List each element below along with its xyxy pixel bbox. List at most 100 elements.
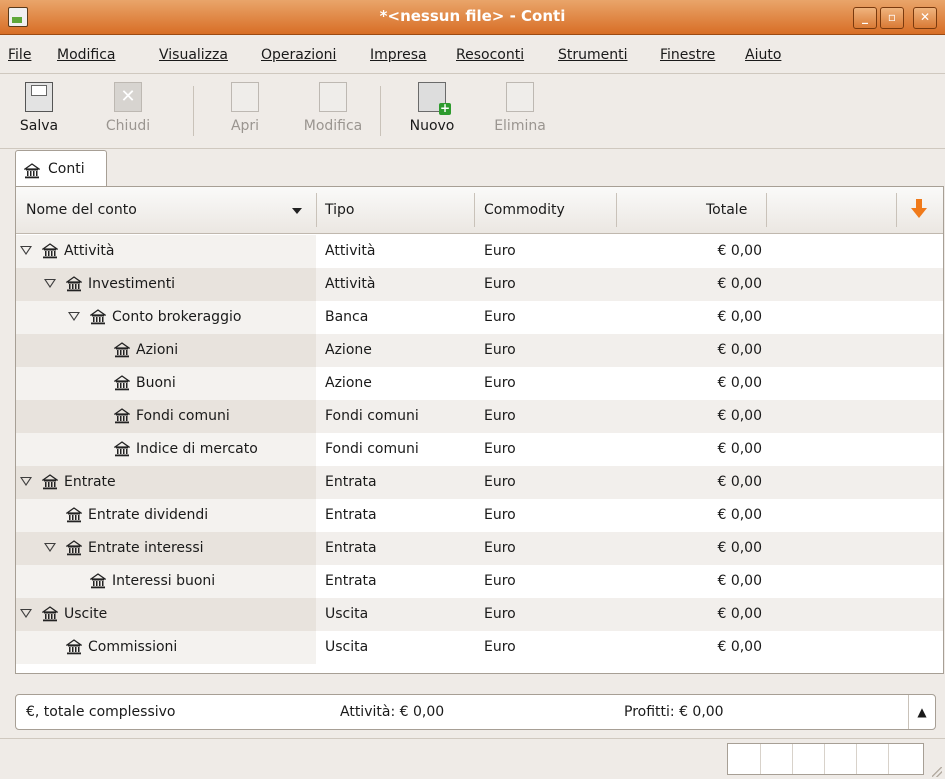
progress-segment — [760, 744, 761, 774]
progress-bar — [727, 743, 924, 775]
menu-tools[interactable]: Strumenti — [558, 47, 628, 63]
expander-icon[interactable] — [68, 312, 80, 321]
account-row[interactable]: Conto brokeraggio Banca Euro € 0,00 — [16, 301, 943, 334]
account-row[interactable]: Buoni Azione Euro € 0,00 — [16, 367, 943, 400]
summary-currency: €, totale complessivo — [26, 704, 176, 720]
open-button[interactable]: Apri — [205, 82, 285, 134]
title-bar[interactable]: *<nessun file> - Conti _ ▫ ✕ — [0, 0, 945, 35]
expander-icon[interactable] — [20, 477, 32, 486]
account-total: € 0,00 — [717, 408, 762, 424]
menu-view[interactable]: Visualizza — [159, 47, 228, 63]
account-row[interactable]: Interessi buoni Entrata Euro € 0,00 — [16, 565, 943, 598]
expander-icon[interactable] — [20, 246, 32, 255]
maximize-button[interactable]: ▫ — [880, 7, 904, 29]
account-name-cell[interactable]: Buoni — [16, 367, 316, 400]
account-name-cell[interactable]: Entrate dividendi — [16, 499, 316, 532]
save-button[interactable]: Salva — [8, 82, 70, 134]
accounts-tree[interactable]: Nome del conto Tipo Commodity Totale Att… — [15, 186, 944, 674]
dropdown-arrow-icon[interactable] — [292, 208, 302, 214]
delete-account-button[interactable]: Elimina — [480, 82, 560, 134]
column-header-type[interactable]: Tipo — [325, 202, 354, 218]
gnucash-window: *<nessun file> - Conti _ ▫ ✕ File Modifi… — [0, 0, 945, 779]
account-name-cell[interactable]: Interessi buoni — [16, 565, 316, 598]
account-row[interactable]: Uscite Uscita Euro € 0,00 — [16, 598, 943, 631]
close-label: Chiudi — [105, 118, 151, 134]
account-row[interactable]: Entrate dividendi Entrata Euro € 0,00 — [16, 499, 943, 532]
resize-grip[interactable] — [932, 767, 942, 777]
open-label: Apri — [230, 118, 260, 134]
expander-icon[interactable] — [44, 279, 56, 288]
account-row[interactable]: Commissioni Uscita Euro € 0,00 — [16, 631, 943, 664]
account-name: Entrate — [64, 474, 116, 490]
account-name: Attività — [64, 243, 115, 259]
account-row[interactable]: Azioni Azione Euro € 0,00 — [16, 334, 943, 367]
column-separator[interactable] — [896, 193, 897, 227]
account-name-cell[interactable]: Indice di mercato — [16, 433, 316, 466]
tab-accounts[interactable]: Conti — [15, 150, 107, 187]
new-account-button[interactable]: + Nuovo — [395, 82, 469, 134]
summary-spinner-icon[interactable]: ▲ — [908, 695, 935, 729]
account-type: Uscita — [325, 639, 369, 655]
summary-assets: Attività: € 0,00 — [340, 704, 445, 720]
account-commodity: Euro — [484, 573, 516, 589]
bank-icon — [42, 474, 58, 490]
account-total: € 0,00 — [717, 243, 762, 259]
account-row[interactable]: Entrate interessi Entrata Euro € 0,00 — [16, 532, 943, 565]
close-tab-button[interactable]: ✕ Chiudi — [84, 82, 172, 134]
bank-icon — [66, 639, 82, 655]
column-separator[interactable] — [766, 193, 767, 227]
menu-business[interactable]: Impresa — [370, 47, 427, 63]
account-name: Investimenti — [88, 276, 176, 292]
menu-file[interactable]: File — [8, 47, 31, 63]
account-name-cell[interactable]: Fondi comuni — [16, 400, 316, 433]
minimize-button[interactable]: _ — [853, 7, 877, 29]
account-row[interactable]: Investimenti Attività Euro € 0,00 — [16, 268, 943, 301]
account-row[interactable]: Indice di mercato Fondi comuni Euro € 0,00 — [16, 433, 943, 466]
column-separator[interactable] — [316, 193, 317, 227]
sort-arrow-icon[interactable] — [911, 199, 927, 223]
toolbar-separator — [193, 86, 194, 136]
expander-icon[interactable] — [20, 609, 32, 618]
account-name-cell[interactable]: Commissioni — [16, 631, 316, 664]
account-name: Uscite — [64, 606, 108, 622]
account-name-cell[interactable]: Azioni — [16, 334, 316, 367]
account-total: € 0,00 — [717, 606, 762, 622]
column-header-total[interactable]: Totale — [706, 202, 747, 218]
account-name-cell[interactable]: Attività — [16, 235, 316, 268]
tab-accounts-label: Conti — [48, 161, 85, 177]
account-row[interactable]: Fondi comuni Fondi comuni Euro € 0,00 — [16, 400, 943, 433]
menu-bar: File Modifica Visualizza Operazioni Impr… — [0, 35, 945, 74]
column-header-name[interactable]: Nome del conto — [26, 202, 137, 218]
menu-windows[interactable]: Finestre — [660, 47, 715, 63]
account-name-cell[interactable]: Investimenti — [16, 268, 316, 301]
account-row[interactable]: Attività Attività Euro € 0,00 — [16, 235, 943, 268]
progress-segment — [888, 744, 889, 774]
account-type: Uscita — [325, 606, 369, 622]
edit-button[interactable]: Modifica — [292, 82, 374, 134]
account-name-cell[interactable]: Conto brokeraggio — [16, 301, 316, 334]
account-name: Conto brokeraggio — [112, 309, 242, 325]
account-total: € 0,00 — [717, 375, 762, 391]
bank-icon — [66, 540, 82, 556]
account-type: Entrata — [325, 540, 377, 556]
close-button[interactable]: ✕ — [913, 7, 937, 29]
account-commodity: Euro — [484, 507, 516, 523]
summary-bar[interactable]: €, totale complessivo Attività: € 0,00 P… — [15, 694, 936, 730]
status-bar — [0, 738, 945, 779]
account-name-cell[interactable]: Uscite — [16, 598, 316, 631]
column-header-commodity[interactable]: Commodity — [484, 202, 565, 218]
expander-icon[interactable] — [44, 543, 56, 552]
delete-label: Elimina — [494, 118, 546, 134]
menu-reports[interactable]: Resoconti — [456, 47, 524, 63]
menu-edit[interactable]: Modifica — [57, 47, 116, 63]
account-name-cell[interactable]: Entrate — [16, 466, 316, 499]
column-separator[interactable] — [474, 193, 475, 227]
account-type: Attività — [325, 276, 376, 292]
bank-icon — [66, 507, 82, 523]
account-commodity: Euro — [484, 309, 516, 325]
menu-help[interactable]: Aiuto — [745, 47, 781, 63]
account-name-cell[interactable]: Entrate interessi — [16, 532, 316, 565]
menu-actions[interactable]: Operazioni — [261, 47, 336, 63]
account-row[interactable]: Entrate Entrata Euro € 0,00 — [16, 466, 943, 499]
column-separator[interactable] — [616, 193, 617, 227]
